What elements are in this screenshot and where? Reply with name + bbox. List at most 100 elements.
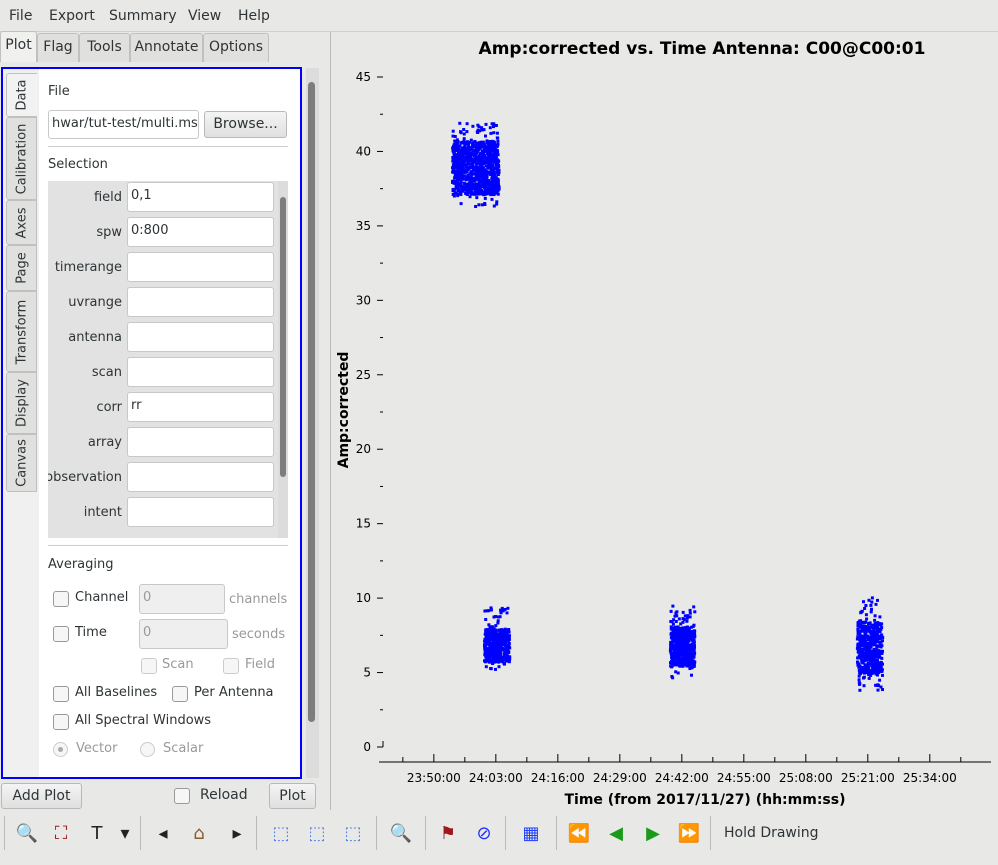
- vector-radio[interactable]: [53, 742, 68, 757]
- data-point: [861, 621, 864, 625]
- tab-options[interactable]: Options: [203, 33, 269, 62]
- data-point: [462, 128, 466, 131]
- reload-checkbox[interactable]: [174, 788, 190, 804]
- data-point: [482, 149, 486, 153]
- panel-scrollbar[interactable]: [306, 68, 319, 778]
- clear-regions-icon[interactable]: ⬚: [340, 820, 366, 846]
- home-icon[interactable]: ⌂: [186, 820, 212, 846]
- side-tab-data[interactable]: Data: [6, 73, 37, 117]
- browse-button[interactable]: Browse...: [204, 111, 287, 138]
- data-point: [691, 662, 695, 666]
- selection-input-array[interactable]: [127, 427, 274, 457]
- iterate-prev-icon[interactable]: ◀: [603, 820, 629, 846]
- channels-unit: channels: [229, 592, 288, 607]
- iterate-last-icon[interactable]: ⏩: [676, 820, 702, 846]
- channel-checkbox[interactable]: [53, 591, 69, 607]
- selection-label-observation: observation: [48, 470, 122, 485]
- iterate-first-icon[interactable]: ⏪: [566, 820, 592, 846]
- step-forward-icon[interactable]: ▸: [224, 820, 250, 846]
- all-spw-checkbox[interactable]: [53, 714, 69, 730]
- menu-file[interactable]: File: [9, 8, 32, 24]
- selection-input-antenna[interactable]: [127, 322, 274, 352]
- data-point: [673, 614, 677, 618]
- selection-input-corr[interactable]: rr: [127, 392, 274, 422]
- zoom-icon[interactable]: 🔍: [14, 820, 40, 846]
- all-baselines-checkbox[interactable]: [53, 686, 69, 702]
- file-path-input[interactable]: hwar/tut-test/multi.ms: [48, 110, 199, 139]
- side-tab-canvas[interactable]: Canvas: [6, 434, 37, 492]
- data-point: [860, 625, 864, 628]
- iterate-next-icon[interactable]: ▶: [640, 820, 666, 846]
- per-antenna-checkbox[interactable]: [172, 686, 188, 702]
- selection-label-timerange: timerange: [54, 260, 122, 275]
- tab-annotate[interactable]: Annotate: [130, 33, 203, 62]
- selection-input-field[interactable]: 0,1: [127, 182, 274, 212]
- selection-input-scan[interactable]: [127, 357, 274, 387]
- flag-extend-icon[interactable]: ▦: [518, 820, 544, 846]
- data-point: [866, 625, 870, 629]
- side-tab-calibration[interactable]: Calibration: [6, 117, 37, 200]
- selection-input-intent[interactable]: [127, 497, 274, 527]
- data-point: [681, 651, 685, 654]
- x-tick-label: 24:03:00: [469, 771, 523, 785]
- data-point: [455, 156, 459, 160]
- side-tab-page[interactable]: Page: [6, 245, 37, 291]
- channel-avg-input[interactable]: 0: [139, 584, 225, 614]
- data-point: [869, 603, 873, 607]
- tab-tools[interactable]: Tools: [79, 33, 130, 62]
- side-tab-display[interactable]: Display: [6, 372, 37, 434]
- tab-plot[interactable]: Plot: [0, 31, 37, 62]
- step-back-icon[interactable]: ◂: [150, 820, 176, 846]
- data-point: [492, 125, 495, 129]
- scan-checkbox[interactable]: [141, 658, 157, 674]
- selection-input-timerange[interactable]: [127, 252, 274, 282]
- hold-drawing-label[interactable]: Hold Drawing: [724, 825, 819, 841]
- data-point: [685, 628, 689, 632]
- field-label: Field: [245, 657, 276, 672]
- menu-view[interactable]: View: [188, 8, 221, 24]
- selection-scrollbar[interactable]: [278, 181, 288, 538]
- data-point: [465, 192, 469, 196]
- data-point: [879, 662, 883, 666]
- tab-flag[interactable]: Flag: [37, 33, 79, 62]
- dropdown-arrow-icon[interactable]: ▾: [112, 820, 138, 846]
- menu-summary[interactable]: Summary: [109, 8, 177, 24]
- selection-input-spw[interactable]: 0:800: [127, 217, 274, 247]
- selection-input-uvrange[interactable]: [127, 287, 274, 317]
- data-point: [670, 661, 674, 665]
- plot-button[interactable]: Plot: [269, 783, 316, 809]
- data-point: [459, 202, 463, 206]
- data-point: [681, 629, 685, 633]
- scalar-radio[interactable]: [140, 742, 155, 757]
- data-point: [458, 174, 462, 177]
- panel-full-icon[interactable]: ⛶: [48, 820, 74, 846]
- data-point: [477, 191, 481, 194]
- data-point: [496, 139, 500, 143]
- time-checkbox[interactable]: [53, 626, 69, 642]
- side-tab-transform[interactable]: Transform: [6, 291, 37, 372]
- panel-scrollbar-thumb[interactable]: [308, 82, 315, 722]
- plot-canvas[interactable]: Amp:corrected vs. Time Antenna: C00@C00:…: [330, 32, 998, 810]
- menu-help[interactable]: Help: [238, 8, 270, 24]
- data-point: [496, 632, 500, 636]
- subtract-region-icon[interactable]: ⬚: [304, 820, 330, 846]
- data-point: [873, 667, 877, 671]
- side-tab-axes[interactable]: Axes: [6, 200, 37, 245]
- data-point: [506, 636, 510, 640]
- data-point: [481, 179, 485, 183]
- locate-icon[interactable]: 🔍: [388, 820, 414, 846]
- add-plot-button[interactable]: Add Plot: [1, 783, 82, 809]
- field-checkbox[interactable]: [223, 658, 239, 674]
- data-point: [495, 642, 499, 646]
- mark-region-icon[interactable]: ⬚: [268, 820, 294, 846]
- selection-input-observation[interactable]: [127, 462, 274, 492]
- flag-icon[interactable]: ⚑: [435, 820, 461, 846]
- unflag-icon[interactable]: ⊘: [471, 820, 497, 846]
- data-point: [451, 166, 455, 170]
- time-avg-input[interactable]: 0: [139, 619, 228, 649]
- data-point: [470, 172, 474, 176]
- data-point: [454, 182, 458, 186]
- data-point: [856, 624, 860, 628]
- annotate-text-icon[interactable]: T: [84, 820, 110, 846]
- menu-export[interactable]: Export: [49, 8, 95, 24]
